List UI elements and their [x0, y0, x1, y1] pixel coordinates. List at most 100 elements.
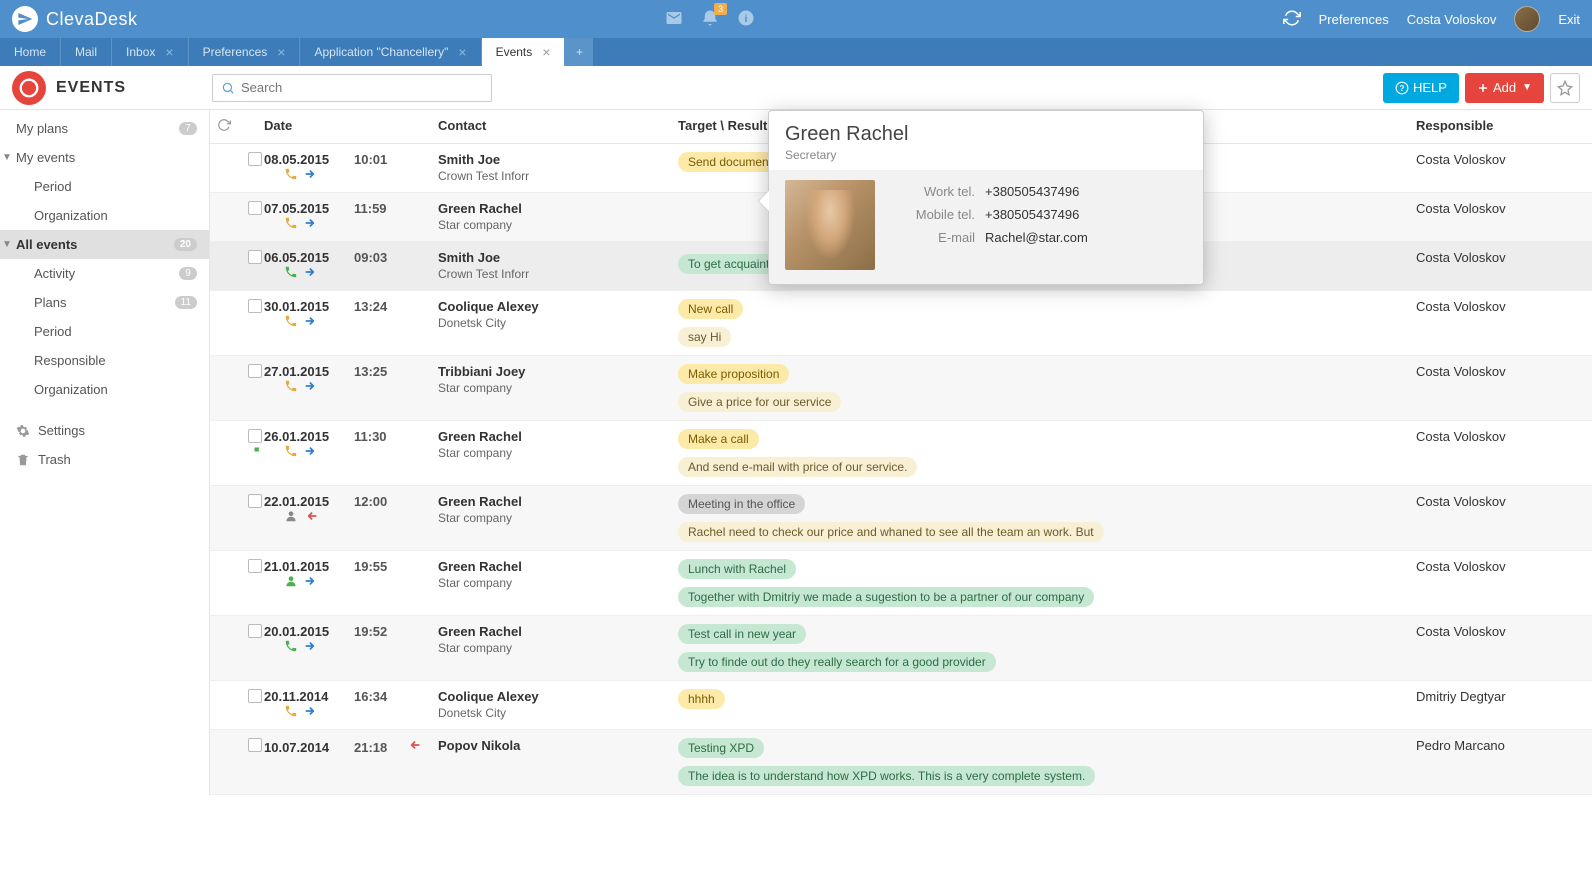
app-logo-icon [12, 6, 38, 32]
username-link[interactable]: Costa Voloskov [1407, 12, 1497, 27]
table-row[interactable]: 21.01.201519:55Green RachelStar companyL… [210, 551, 1592, 616]
table-row[interactable]: 27.01.201513:25Tribbiani JoeyStar compan… [210, 356, 1592, 421]
time-value: 13:25 [354, 364, 387, 379]
arrow-right-icon [304, 574, 318, 591]
info-icon[interactable]: i [737, 9, 755, 30]
col-responsible[interactable]: Responsible [1416, 118, 1592, 135]
table-row[interactable]: 20.01.201519:52Green RachelStar companyT… [210, 616, 1592, 681]
svg-text:?: ? [1399, 83, 1404, 92]
caret-icon: ▼ [2, 239, 12, 250]
responsible-value: Costa Voloskov [1416, 201, 1506, 216]
sidebar-item-plans[interactable]: Plans11 [0, 288, 209, 317]
col-contact[interactable]: Contact [438, 118, 678, 135]
sidebar-item-organization[interactable]: Organization [0, 375, 209, 404]
contact-name: Coolique Alexey [438, 299, 678, 314]
popover-field: E-mail Rachel@star.com [889, 226, 1187, 249]
arrow-right-icon [304, 379, 318, 396]
arrow-right-icon [304, 639, 318, 656]
sidebar-item-period[interactable]: Period [0, 172, 209, 201]
phone-icon [284, 216, 298, 233]
refresh-button[interactable] [210, 118, 238, 135]
target-pill: Lunch with Rachel [678, 559, 796, 579]
close-icon[interactable]: × [458, 44, 466, 60]
time-value: 12:00 [354, 494, 387, 509]
add-label: Add [1493, 80, 1516, 95]
search-box[interactable] [212, 74, 492, 102]
tab-application-chancellery-[interactable]: Application "Chancellery" × [300, 38, 481, 66]
sidebar-item-my-plans[interactable]: My plans7 [0, 114, 209, 143]
add-button[interactable]: Add ▼ [1465, 73, 1544, 103]
exit-link[interactable]: Exit [1558, 12, 1580, 27]
contact-org: Crown Test Inforr [438, 267, 678, 281]
close-icon[interactable]: × [542, 44, 550, 60]
sidebar-settings[interactable]: Settings [0, 416, 209, 445]
person-icon [284, 574, 298, 591]
time-value: 19:55 [354, 559, 387, 574]
tab-label: Preferences [203, 45, 268, 59]
tab-events[interactable]: Events × [482, 38, 566, 66]
add-tab-button[interactable]: + [565, 38, 593, 66]
preferences-link[interactable]: Preferences [1319, 12, 1389, 27]
contact-org: Donetsk City [438, 706, 678, 720]
caret-icon: ▼ [2, 152, 12, 163]
tab-home[interactable]: Home [0, 38, 61, 66]
popover-field-value: +380505437496 [985, 207, 1079, 222]
col-date[interactable]: Date [260, 118, 438, 135]
close-icon[interactable]: × [277, 44, 285, 60]
star-button[interactable] [1550, 73, 1580, 103]
contact-name: Green Rachel [438, 494, 678, 509]
contact-name: Green Rachel [438, 201, 678, 216]
user-avatar[interactable] [1514, 6, 1540, 32]
close-icon[interactable]: × [165, 44, 173, 60]
contact-name: Smith Joe [438, 152, 678, 167]
date-value: 07.05.2015 [264, 201, 354, 216]
gear-icon [16, 424, 30, 438]
table-row[interactable]: 20.11.201416:34Coolique AlexeyDonetsk Ci… [210, 681, 1592, 730]
date-value: 06.05.2015 [264, 250, 354, 265]
tab-label: Events [496, 45, 533, 59]
tab-label: Application "Chancellery" [314, 45, 448, 59]
sidebar-item-period[interactable]: Period [0, 317, 209, 346]
contact-org: Star company [438, 641, 678, 655]
date-value: 21.01.2015 [264, 559, 354, 574]
sidebar-trash[interactable]: Trash [0, 445, 209, 474]
target-pill: Make proposition [678, 364, 789, 384]
count-badge: 11 [175, 296, 197, 309]
table-row[interactable]: 30.01.201513:24Coolique AlexeyDonetsk Ci… [210, 291, 1592, 356]
contact-name: Green Rachel [438, 624, 678, 639]
caret-down-icon: ▼ [1522, 82, 1532, 93]
result-pill: Together with Dmitriy we made a sugestio… [678, 587, 1094, 607]
target-pill: Send document [678, 152, 782, 172]
arrow-left-icon [407, 738, 421, 755]
popover-field-label: E-mail [889, 230, 975, 245]
phone-icon [284, 379, 298, 396]
notification-icon[interactable]: 3 [701, 9, 719, 30]
sidebar-label: Period [34, 324, 72, 339]
popover-field-value: Rachel@star.com [985, 230, 1088, 245]
module-logo-icon [12, 71, 46, 105]
sidebar-item-all-events[interactable]: ▼All events20 [0, 230, 209, 259]
help-button[interactable]: ? HELP [1383, 73, 1459, 103]
tab-mail[interactable]: Mail [61, 38, 112, 66]
sidebar: My plans7▼My eventsPeriodOrganization▼Al… [0, 110, 210, 795]
search-input[interactable] [241, 80, 483, 95]
table-row[interactable]: 26.01.201511:30Green RachelStar companyM… [210, 421, 1592, 486]
mail-icon[interactable] [665, 9, 683, 30]
contact-name: Green Rachel [438, 429, 678, 444]
sidebar-item-responsible[interactable]: Responsible [0, 346, 209, 375]
sidebar-item-activity[interactable]: Activity9 [0, 259, 209, 288]
search-icon [221, 81, 235, 95]
tab-inbox[interactable]: Inbox× [112, 38, 189, 66]
responsible-value: Costa Voloskov [1416, 494, 1506, 509]
tab-preferences[interactable]: Preferences × [189, 38, 301, 66]
app-header: ClevaDesk 3 i Preferences Costa Voloskov… [0, 0, 1592, 38]
sidebar-item-my-events[interactable]: ▼My events [0, 143, 209, 172]
table-row[interactable]: 10.07.201421:18Popov NikolaTesting XPDTh… [210, 730, 1592, 795]
contact-org: Star company [438, 576, 678, 590]
refresh-icon[interactable] [1283, 9, 1301, 30]
popover-name: Green Rachel [785, 123, 1187, 146]
star-icon [1557, 80, 1573, 96]
table-row[interactable]: 22.01.201512:00Green RachelStar companyM… [210, 486, 1592, 551]
contact-name: Smith Joe [438, 250, 678, 265]
sidebar-item-organization[interactable]: Organization [0, 201, 209, 230]
